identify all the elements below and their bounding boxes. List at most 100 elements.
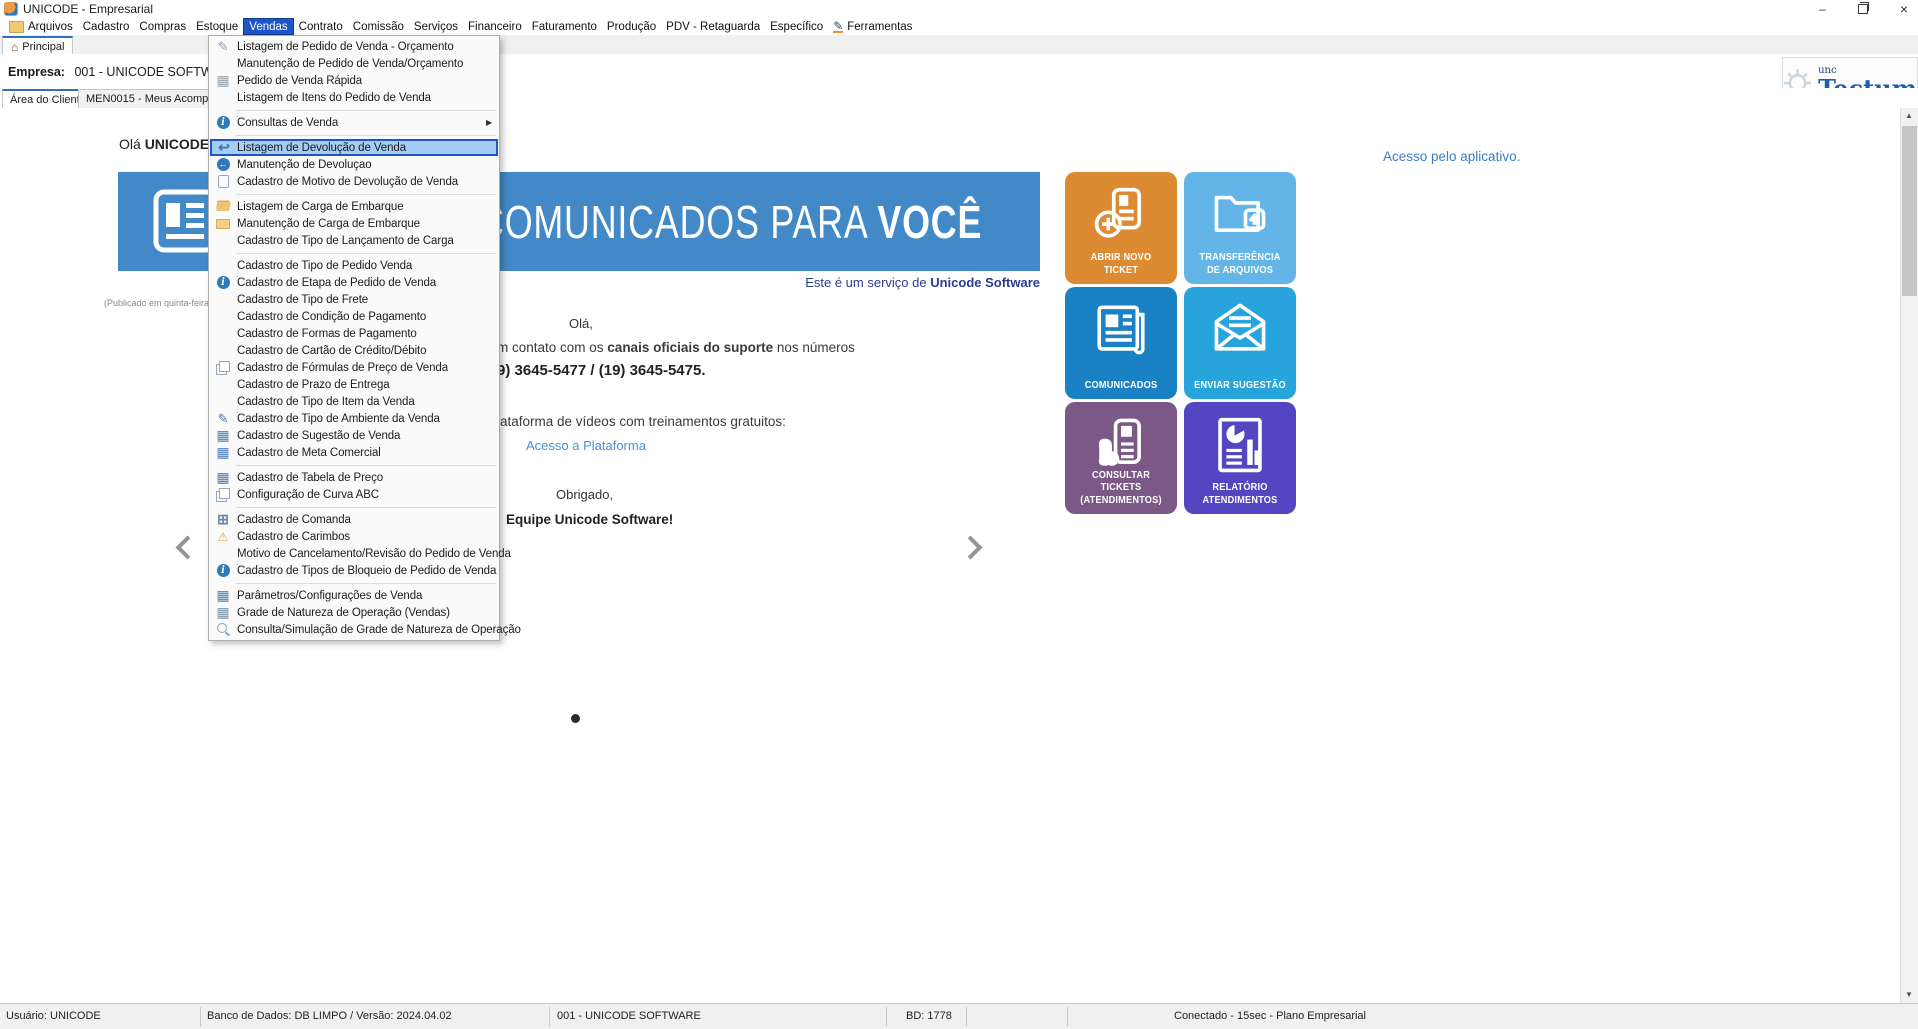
menu-item[interactable]: Pedido de Venda Rápida xyxy=(209,72,499,89)
menu-item[interactable]: Configuração de Curva ABC xyxy=(209,486,499,503)
menubar-item[interactable]: Cadastro xyxy=(78,18,135,35)
menu-item[interactable]: Cadastro de Etapa de Pedido de Venda xyxy=(209,274,499,291)
access-app-link[interactable]: Acesso pelo aplicativo. xyxy=(1383,149,1520,164)
menubar-item-label: Financeiro xyxy=(468,20,522,33)
menubar-item[interactable]: Específico xyxy=(765,18,828,35)
menu-item-label: Manutenção de Devoluçao xyxy=(237,158,372,171)
tile-transferencia-de-arquivos[interactable]: TRANSFERÊNCIA DE ARQUIVOS xyxy=(1184,172,1296,284)
tile-label: ABRIR NOVO TICKET xyxy=(1090,252,1152,276)
menu-item[interactable]: Parâmetros/Configurações de Venda xyxy=(209,587,499,604)
menu-item[interactable]: Cadastro de Tabela de Preço xyxy=(209,469,499,486)
menu-item[interactable]: Cadastro de Formas de Pagamento xyxy=(209,325,499,342)
platform-link[interactable]: Acesso a Plataforma xyxy=(526,438,646,453)
close-icon[interactable]: × xyxy=(1900,0,1908,18)
carousel-next-icon[interactable] xyxy=(958,535,983,560)
scroll-down-icon[interactable]: ▼ xyxy=(1901,987,1917,1003)
menu-item-icon xyxy=(215,157,231,173)
menu-item-icon xyxy=(215,39,231,55)
status-connection: Conectado - 15sec - Plano Empresarial xyxy=(1174,1010,1366,1022)
menu-item[interactable]: Grade de Natureza de Operação (Vendas) xyxy=(209,604,499,621)
menu-item-label: Cadastro de Motivo de Devolução de Venda xyxy=(237,175,459,188)
menubar-item[interactable]: Faturamento xyxy=(527,18,602,35)
menu-item-icon xyxy=(215,199,231,215)
menubar-item[interactable]: Ferramentas xyxy=(828,18,917,35)
menu-item[interactable]: Listagem de Carga de Embarque xyxy=(209,198,499,215)
carousel-prev-icon[interactable] xyxy=(175,535,200,560)
menu-item[interactable]: Cadastro de Condição de Pagamento xyxy=(209,308,499,325)
menu-item xyxy=(209,461,499,469)
menu-item-icon xyxy=(215,394,231,410)
tile-enviar-sugestao[interactable]: ENVIAR SUGESTÃO xyxy=(1184,287,1296,399)
new-ticket-icon xyxy=(1094,187,1141,238)
menubar-item-label: Ferramentas xyxy=(847,20,913,33)
menu-item-label: Cadastro de Etapa de Pedido de Venda xyxy=(237,276,437,289)
scroll-up-icon[interactable]: ▲ xyxy=(1901,108,1917,124)
menu-item-label: Consulta/Simulação de Grade de Natureza … xyxy=(237,623,521,636)
menu-item[interactable]: Manutenção de Pedido de Venda/Orçamento xyxy=(209,55,499,72)
menu-item[interactable]: Cadastro de Tipo de Frete xyxy=(209,291,499,308)
menu-item-label: Cadastro de Cartão de Crédito/Débito xyxy=(237,344,427,357)
menu-item[interactable]: Consultas de Venda xyxy=(209,114,499,131)
menu-item-label: Pedido de Venda Rápida xyxy=(237,74,363,87)
tab-principal[interactable]: ⌂ Principal xyxy=(2,36,74,56)
menubar-item[interactable]: Vendas xyxy=(243,18,294,35)
tab-area-do-cliente-label: Área do Cliente xyxy=(10,94,86,106)
tile-relatorio-atendimentos[interactable]: RELATÓRIO ATENDIMENTOS xyxy=(1184,402,1296,514)
menu-item[interactable]: Cadastro de Prazo de Entrega xyxy=(209,376,499,393)
vertical-scrollbar[interactable]: ▲ ▼ xyxy=(1900,108,1918,1003)
menu-item[interactable]: Listagem de Pedido de Venda - Orçamento xyxy=(209,38,499,55)
menubar-item[interactable]: Estoque xyxy=(191,18,243,35)
restore-icon[interactable] xyxy=(1857,1,1870,14)
menu-item-label: Manutenção de Carga de Embarque xyxy=(237,217,420,230)
menu-item-icon xyxy=(215,546,231,562)
scrollbar-thumb[interactable] xyxy=(1902,126,1917,296)
menu-item[interactable]: Listagem de Itens do Pedido de Venda xyxy=(209,89,499,106)
status-database: Banco de Dados: DB LIMPO / Versão: 2024.… xyxy=(207,1010,452,1022)
menubar-item[interactable]: Comissão xyxy=(348,18,409,35)
status-separator xyxy=(549,1007,550,1027)
menu-item[interactable]: Manutenção de Carga de Embarque xyxy=(209,215,499,232)
menubar-item[interactable]: Contrato xyxy=(294,18,348,35)
empresa-line: Empresa: 001 - UNICODE SOFTWARE xyxy=(8,65,238,79)
tab-meus-acompanhamentos[interactable]: MEN0015 - Meus Acompanhament xyxy=(78,89,215,109)
tile-label: CONSULTAR TICKETS (ATENDIMENTOS) xyxy=(1080,469,1162,506)
carousel-dot[interactable] xyxy=(571,714,580,723)
menubar-item[interactable]: PDV - Retaguarda xyxy=(661,18,765,35)
submenu-arrow-icon xyxy=(486,118,492,127)
tile-abrir-novo-ticket[interactable]: ABRIR NOVO TICKET xyxy=(1065,172,1177,284)
menu-item[interactable]: Cadastro de Tipos de Bloqueio de Pedido … xyxy=(209,562,499,579)
tile-label: TRANSFERÊNCIA DE ARQUIVOS xyxy=(1199,252,1281,276)
menu-item[interactable]: Cadastro de Meta Comercial xyxy=(209,444,499,461)
menu-item[interactable]: Consulta/Simulação de Grade de Natureza … xyxy=(209,621,521,638)
team-signature: Equipe Unicode Software! xyxy=(506,512,674,527)
menu-item[interactable]: Cadastro de Comanda xyxy=(209,511,499,528)
menubar-item-label: Cadastro xyxy=(82,20,130,33)
menubar-item[interactable]: Arquivos xyxy=(4,18,78,35)
tile-comunicados[interactable]: COMUNICADOS xyxy=(1065,287,1177,399)
menu-item[interactable]: Cadastro de Tipo de Pedido Venda xyxy=(209,257,499,274)
menu-item[interactable]: Cadastro de Motivo de Devolução de Venda xyxy=(209,173,499,190)
menubar-item-label: Contrato xyxy=(298,20,343,33)
menubar-item[interactable]: Produção xyxy=(602,18,661,35)
hand-phone-icon xyxy=(1098,418,1141,466)
menu-item-label: Cadastro de Tipos de Bloqueio de Pedido … xyxy=(237,564,497,577)
tile-consultar-tickets[interactable]: CONSULTAR TICKETS (ATENDIMENTOS) xyxy=(1065,402,1177,514)
minimize-icon[interactable]: – xyxy=(1819,0,1826,18)
menubar-item[interactable]: Serviços xyxy=(409,18,463,35)
menu-item[interactable]: Manutenção de Devoluçao xyxy=(209,156,499,173)
menu-item[interactable]: Cadastro de Tipo de Item da Venda xyxy=(209,393,499,410)
menu-item[interactable]: Cadastro de Tipo de Lançamento de Carga xyxy=(209,232,499,249)
home-icon: ⌂ xyxy=(11,39,19,54)
menu-item-icon xyxy=(215,343,231,359)
menu-item[interactable]: Cadastro de Sugestão de Venda xyxy=(209,427,499,444)
menu-item[interactable]: Listagem de Devolução de Venda xyxy=(210,139,498,156)
menubar-item[interactable]: Compras xyxy=(134,18,191,35)
menu-item[interactable]: Cadastro de Cartão de Crédito/Débito xyxy=(209,342,499,359)
support-phones: 9) 3645-5477 / (19) 3645-5475. xyxy=(497,362,706,379)
menubar-item[interactable]: Financeiro xyxy=(463,18,527,35)
menu-item-label: Cadastro de Tabela de Preço xyxy=(237,471,384,484)
menu-item[interactable]: Motivo de Cancelamento/Revisão do Pedido… xyxy=(209,545,511,562)
menu-item[interactable]: Cadastro de Tipo de Ambiente da Venda xyxy=(209,410,499,427)
menu-item[interactable]: Cadastro de Fórmulas de Preço de Venda xyxy=(209,359,499,376)
menu-item[interactable]: Cadastro de Carimbos xyxy=(209,528,499,545)
